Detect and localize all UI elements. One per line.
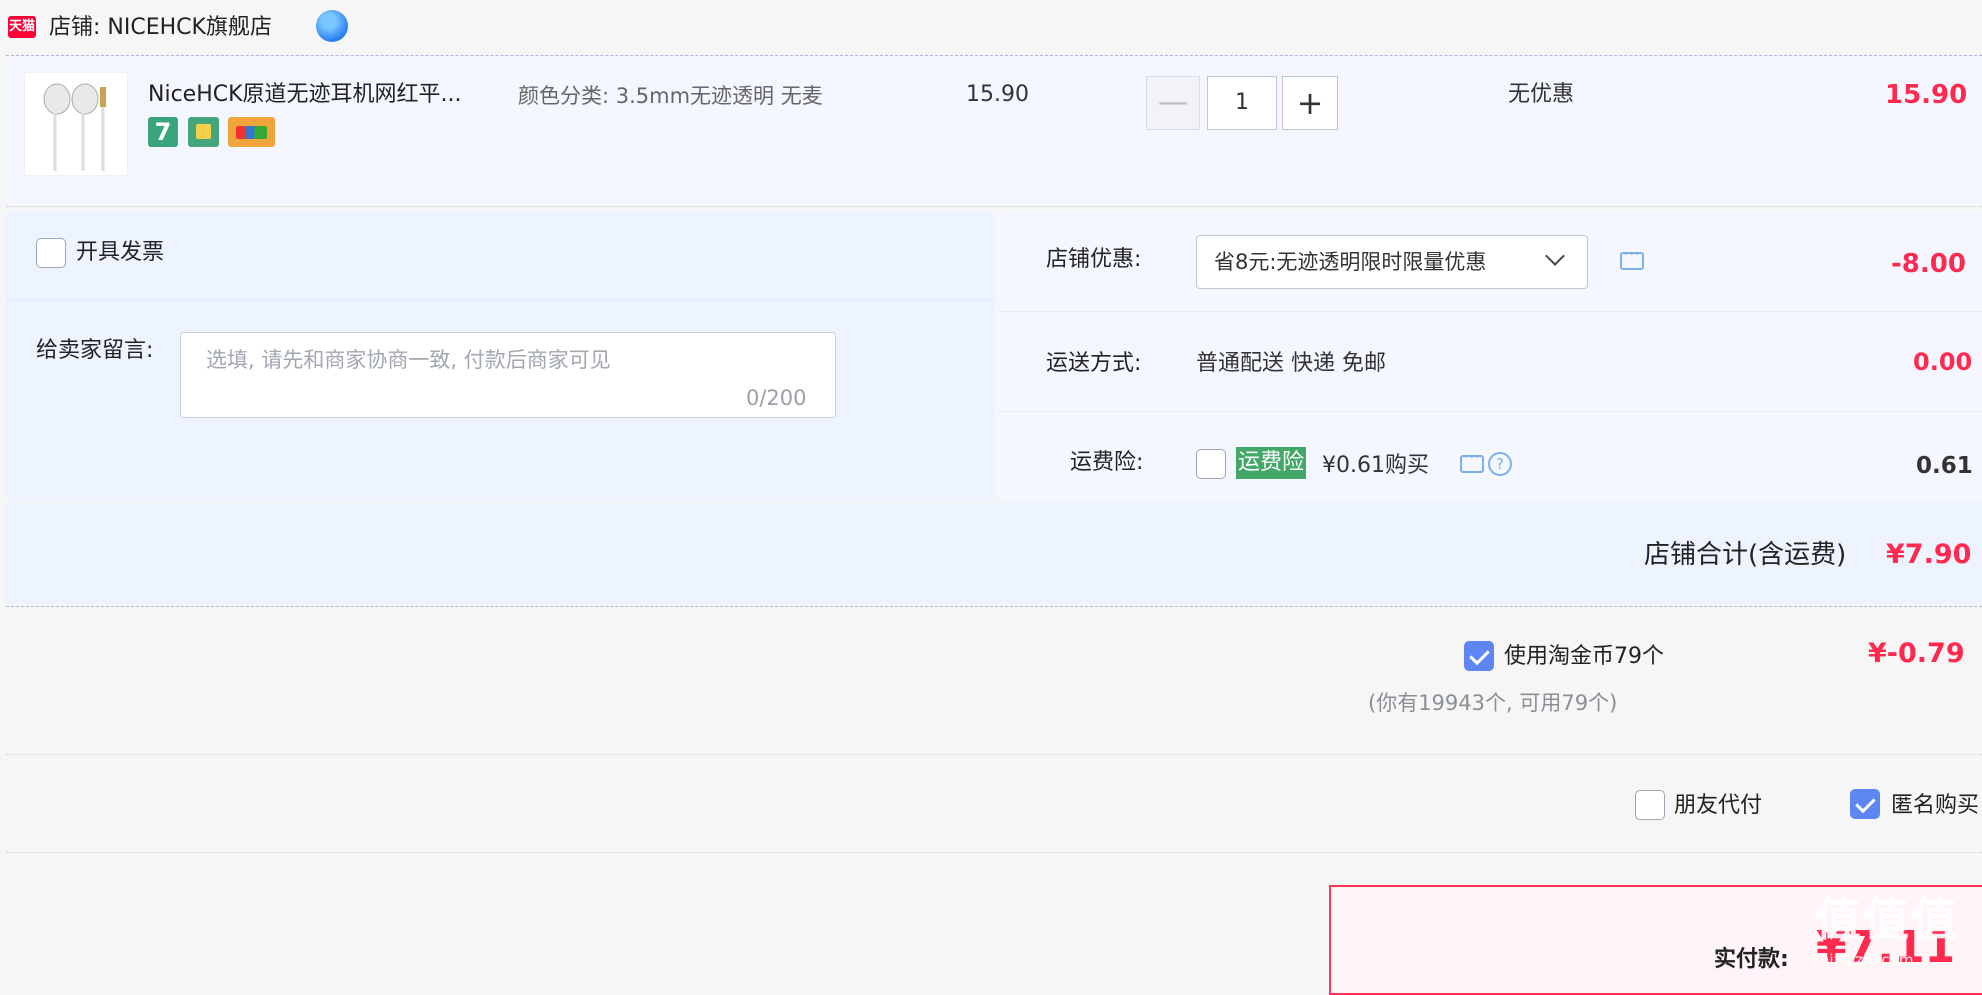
- divider: [6, 754, 1982, 755]
- anonymous-purchase-label[interactable]: 匿名购买: [1891, 791, 1979, 821]
- store-coupon-selected[interactable]: 省8元:无迹透明限时限量优惠: [1214, 248, 1486, 276]
- shipping-insurance-checkbox[interactable]: [1196, 449, 1226, 479]
- divider: [998, 411, 1982, 412]
- taobao-coin-label[interactable]: 使用淘金币79个: [1504, 642, 1664, 672]
- product-title-link[interactable]: NiceHCK原道无迹耳机网红平...: [148, 80, 462, 110]
- watermark-url: zhizhizhi.com: [1812, 951, 1914, 969]
- seller-message-label: 给卖家留言:: [36, 338, 154, 363]
- shipping-insurance-price: ¥0.61购买: [1322, 453, 1429, 478]
- invoice-checkbox[interactable]: [36, 238, 66, 268]
- quantity-increase-button[interactable]: +: [1282, 76, 1338, 130]
- credit-card-icon: [228, 117, 275, 147]
- shipping-amount: 0.00: [1913, 348, 1973, 376]
- divider: [6, 606, 1982, 607]
- taobao-coin-note: (你有19943个, 可用79个): [1368, 691, 1618, 715]
- earphone-icon: [43, 83, 106, 171]
- seller-message-placeholder: 选填, 请先和商家协商一致, 付款后商家可见: [206, 348, 611, 372]
- divider: [6, 300, 994, 301]
- help-icon[interactable]: ?: [1488, 452, 1512, 476]
- item-discount: 无优惠: [1508, 82, 1575, 107]
- taobao-coin-checkbox[interactable]: [1464, 641, 1494, 671]
- shop-header: [0, 0, 1982, 55]
- quantity-decrease-button[interactable]: —: [1146, 76, 1200, 130]
- wangwang-chat-icon[interactable]: [316, 10, 348, 42]
- invoice-label[interactable]: 开具发票: [76, 238, 164, 268]
- store-coupon-amount: -8.00: [1891, 249, 1966, 279]
- divider: [998, 311, 1982, 312]
- comment-icon[interactable]: [1460, 450, 1484, 473]
- store-total-label: 店铺合计(含运费): [1644, 540, 1847, 570]
- seller-message-char-count: 0/200: [746, 386, 807, 410]
- product-sku: 颜色分类: 3.5mm无迹透明 无麦: [518, 84, 823, 108]
- taobao-coin-amount: ¥-0.79: [1868, 638, 1965, 669]
- product-image[interactable]: [24, 72, 128, 176]
- divider: [6, 55, 1982, 56]
- divider: [6, 206, 1982, 207]
- store-total-amount: ¥7.90: [1886, 539, 1972, 570]
- anonymous-purchase-checkbox[interactable]: [1850, 789, 1880, 819]
- item-subtotal: 15.90: [1885, 80, 1968, 110]
- friend-pay-checkbox[interactable]: [1635, 790, 1665, 820]
- store-coupon-label: 店铺优惠:: [1046, 247, 1142, 272]
- tmall-logo-icon: 天猫: [8, 16, 36, 38]
- seller-message-textarea[interactable]: [180, 332, 836, 418]
- quantity-input[interactable]: 1: [1207, 76, 1277, 130]
- shipping-insurance-amount: 0.61: [1916, 453, 1973, 479]
- shipping-insurance-tag: 运费险: [1236, 447, 1307, 479]
- comment-icon[interactable]: [1620, 247, 1644, 270]
- watermark: 值值值: [1815, 892, 1959, 946]
- divider: [6, 852, 1982, 853]
- shop-name-link[interactable]: 店铺: NICEHCK旗舰店: [49, 13, 272, 43]
- shipping-label: 运送方式:: [1046, 351, 1142, 376]
- shipping-method: 普通配送 快递 免邮: [1196, 351, 1386, 376]
- unit-price: 15.90: [966, 82, 1029, 107]
- payment-label: 实付款:: [1714, 947, 1789, 972]
- shopping-bag-icon: [188, 117, 219, 147]
- friend-pay-label[interactable]: 朋友代付: [1674, 791, 1762, 821]
- seven-day-return-icon: 7: [148, 117, 178, 147]
- shipping-insurance-label: 运费险:: [1070, 450, 1144, 475]
